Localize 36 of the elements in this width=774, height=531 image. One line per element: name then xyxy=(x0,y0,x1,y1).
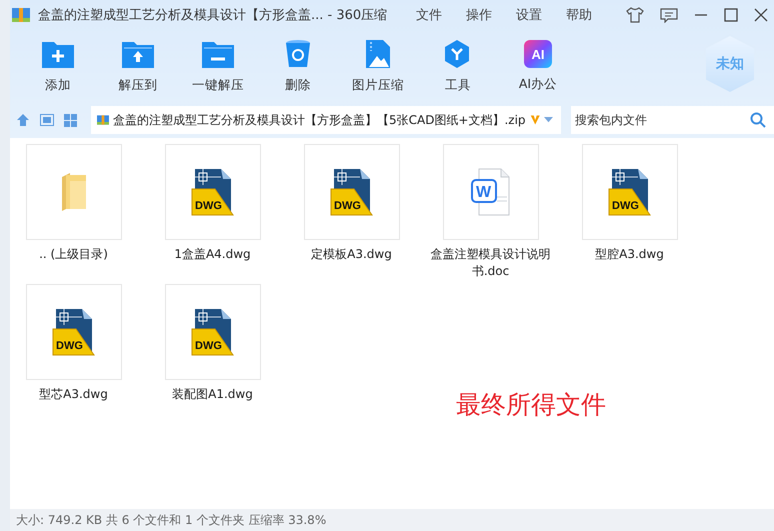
file-item[interactable]: DWG 型腔A3.dwg xyxy=(560,144,699,280)
search-field[interactable]: 搜索包内文件 xyxy=(571,106,774,134)
file-item[interactable]: DWG 1盒盖A4.dwg xyxy=(143,144,282,280)
toolbar-button[interactable]: AI AI办公 xyxy=(498,39,578,93)
toolbar-button[interactable]: 图片压缩 xyxy=(338,38,418,94)
feedback-icon[interactable] xyxy=(660,7,678,23)
up-arrow-icon[interactable] xyxy=(16,113,30,127)
folder-icon xyxy=(60,171,88,213)
archive-icon xyxy=(12,7,30,23)
recycle-bin-icon xyxy=(284,38,312,68)
dropdown-caret-icon xyxy=(544,116,553,124)
toolbar-button[interactable]: 添加 xyxy=(18,38,98,94)
toolbar-button[interactable]: 一键解压 xyxy=(178,38,258,94)
menu-item[interactable]: 设置 xyxy=(510,6,548,24)
toolbar-button[interactable]: 删除 xyxy=(258,38,338,94)
search-icon[interactable] xyxy=(750,112,766,128)
archive-icon xyxy=(97,113,109,127)
close-icon[interactable] xyxy=(754,7,768,23)
maximize-icon[interactable] xyxy=(724,7,738,23)
list-view-icon[interactable] xyxy=(40,114,54,126)
toolbar-button[interactable]: 工具 xyxy=(418,38,498,94)
menu-item[interactable]: 文件 xyxy=(410,6,448,24)
status-bar: 大小: 749.2 KB 共 6 个文件和 1 个文件夹 压缩率 33.8% xyxy=(10,509,774,531)
skin-icon[interactable] xyxy=(626,7,644,23)
menu-item[interactable]: 帮助 xyxy=(560,6,598,24)
grid-view-icon[interactable] xyxy=(64,114,77,126)
ai-badge: AI xyxy=(524,40,552,68)
path-field[interactable]: 盒盖的注塑成型工艺分析及模具设计【方形盒盖】【5张CAD图纸+文档】.zip xyxy=(91,106,561,134)
window-title: 盒盖的注塑成型工艺分析及模具设计【方形盒盖... - 360压缩 xyxy=(38,7,388,24)
file-item[interactable]: DWG 定模板A3.dwg xyxy=(282,144,421,280)
file-item[interactable]: W 盒盖注塑模具设计说明书.doc xyxy=(421,144,560,280)
menu-item[interactable]: 操作 xyxy=(460,6,498,24)
annotation-text: 最终所得文件 xyxy=(456,389,606,421)
image-file-icon xyxy=(365,38,391,68)
v-logo-icon xyxy=(530,113,540,127)
toolbar-button[interactable]: 解压到 xyxy=(98,38,178,94)
